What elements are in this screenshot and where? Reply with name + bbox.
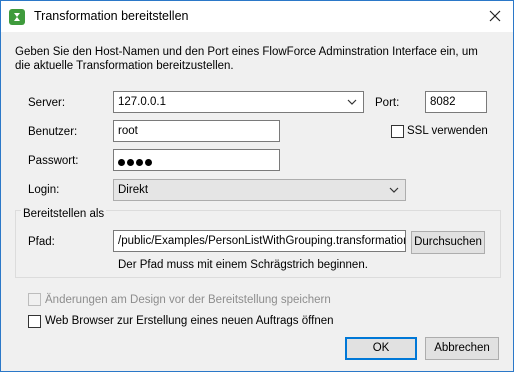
login-combo[interactable]: Direkt	[113, 179, 406, 201]
close-button[interactable]	[477, 2, 513, 31]
user-input[interactable]: root	[113, 120, 280, 142]
path-hint: Der Pfad muss mit einem Schrägstrich beg…	[118, 259, 368, 271]
path-input[interactable]: /public/Examples/PersonListWithGrouping.…	[113, 230, 406, 252]
chevron-down-icon	[347, 99, 357, 105]
login-label: Login:	[28, 184, 60, 196]
login-value: Direkt	[118, 184, 149, 196]
open-browser-label: Web Browser zur Erstellung eines neuen A…	[45, 315, 334, 327]
chevron-down-icon	[389, 187, 399, 193]
user-label: Benutzer:	[28, 126, 78, 138]
path-label: Pfad:	[28, 236, 55, 248]
deploy-dialog: Transformation bereitstellen Geben Sie d…	[0, 0, 514, 372]
browse-button[interactable]: Durchsuchen	[411, 231, 485, 254]
server-combo[interactable]: 127.0.0.1	[113, 91, 364, 113]
ssl-label: SSL verwenden	[407, 125, 488, 137]
password-mask	[118, 157, 154, 169]
cancel-button[interactable]: Abbrechen	[425, 337, 499, 360]
close-icon	[489, 10, 501, 22]
ok-button[interactable]: OK	[345, 337, 417, 360]
ssl-checkbox[interactable]	[391, 125, 404, 138]
open-browser-checkbox[interactable]	[28, 315, 41, 328]
title-bar: Transformation bereitstellen	[1, 1, 513, 32]
save-changes-label: Änderungen am Design vor der Bereitstell…	[45, 294, 331, 306]
password-label: Passwort:	[28, 155, 79, 167]
server-label: Server:	[28, 97, 66, 109]
altova-green-icon	[9, 9, 25, 25]
port-label: Port:	[375, 97, 400, 109]
window-title: Transformation bereitstellen	[34, 9, 189, 23]
dialog-description: Geben Sie den Host-Namen und den Port ei…	[15, 46, 478, 72]
server-value: 127.0.0.1	[118, 96, 166, 108]
save-changes-checkbox[interactable]	[28, 293, 41, 306]
deploy-as-title: Bereitstellen als	[21, 208, 107, 220]
port-input[interactable]: 8082	[425, 91, 487, 113]
